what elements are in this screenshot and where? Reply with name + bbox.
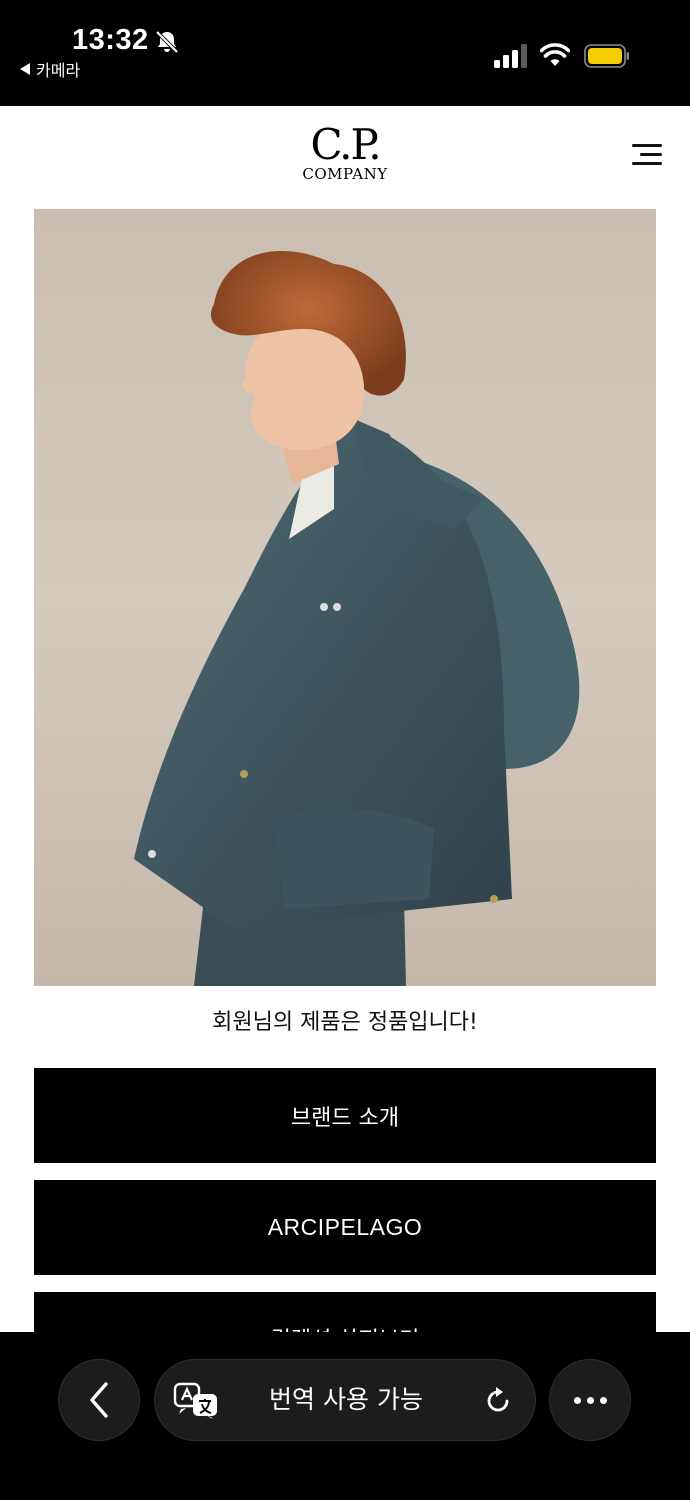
hamburger-menu-icon[interactable] — [626, 142, 666, 172]
collection-button[interactable]: 컬렉션 살펴보기 — [34, 1292, 656, 1332]
brand-logo[interactable]: C.P. COMPANY — [280, 120, 410, 183]
reload-icon[interactable] — [483, 1386, 513, 1416]
back-triangle-icon — [20, 63, 30, 75]
arcipelago-button[interactable]: ARCIPELAGO — [34, 1180, 656, 1275]
browser-toolbar: 번역 사용 가능 — [0, 1332, 690, 1500]
authenticity-message: 회원님의 제품은 정품입니다! — [212, 1010, 478, 1035]
status-time: 13:32 — [72, 24, 149, 56]
translate-bar[interactable]: 번역 사용 가능 — [154, 1359, 536, 1441]
more-options-icon[interactable] — [549, 1359, 631, 1441]
translate-label: 번역 사용 가능 — [269, 1385, 423, 1414]
bell-slash-icon — [155, 30, 179, 54]
wifi-icon — [540, 43, 570, 66]
battery-icon — [584, 44, 629, 68]
brand-intro-button[interactable]: 브랜드 소개 — [34, 1068, 656, 1163]
cellular-signal-icon — [494, 44, 527, 68]
browser-back-button[interactable] — [58, 1359, 140, 1441]
back-to-app-link[interactable]: 카메라 — [20, 57, 80, 81]
hero-image — [34, 209, 656, 986]
battery-level — [588, 48, 622, 64]
model-photo-illustration — [134, 251, 580, 986]
logo-wordmark: COMPANY — [302, 165, 388, 183]
chevron-left-icon — [90, 1382, 108, 1418]
web-page: C.P. COMPANY 회원님의 제품은 정품입니다! 브랜드 소개 ARCI… — [0, 106, 690, 1332]
status-bar: 13:32 카메라 — [0, 0, 690, 106]
back-app-label: 카메라 — [36, 61, 81, 80]
logo-mark: C.P. — [310, 120, 381, 169]
